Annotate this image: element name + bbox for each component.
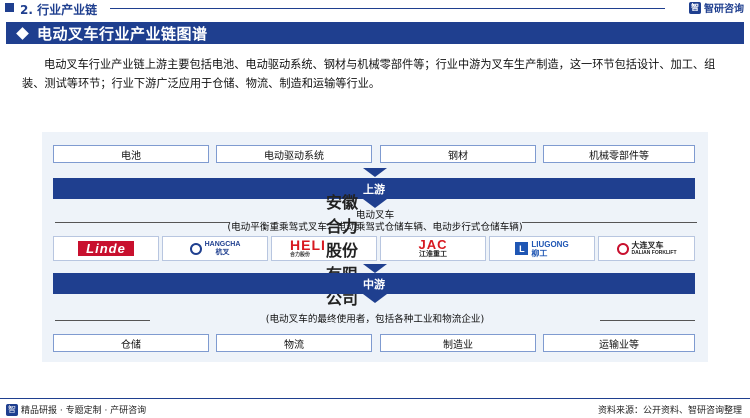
- hangcha-name-cn: 杭叉: [215, 248, 230, 256]
- arrow-down-icon: [363, 294, 387, 303]
- company-logo-hangcha: HANGCHA 杭叉: [162, 236, 268, 261]
- midstream-subtitle: (电动平衡重乘驾式叉车、电动乘驾式仓储车辆、电动步行式仓储车辆): [227, 222, 523, 233]
- section-label: 2. 行业产业链: [20, 3, 98, 17]
- brand-name: 智研咨询: [704, 4, 744, 15]
- jac-sub: 江淮重工: [418, 250, 447, 258]
- arrow-down-icon: [363, 199, 387, 208]
- dalian-name-en: DALIAN FORKLIFT: [631, 250, 677, 256]
- arrow-down-icon: [363, 168, 387, 177]
- liugong-logo-icon: L: [515, 242, 529, 255]
- stage-midstream: 中游: [53, 273, 695, 294]
- brand-mark-icon: 智: [689, 1, 701, 14]
- jac-logo-icon: JAC: [418, 236, 448, 252]
- title-banner: 电动叉车行业产业链图谱: [6, 22, 744, 44]
- stage-upstream: 上游: [53, 178, 695, 199]
- arrow-down-icon: [363, 264, 387, 273]
- heli-logo-icon: HELI: [290, 237, 326, 253]
- company-logo-dalian: 大连叉车 DALIAN FORKLIFT: [598, 236, 695, 261]
- upstream-item-battery: 电池: [53, 145, 209, 163]
- company-logo-linde: Linde: [53, 236, 159, 261]
- company-logo-liugong: L LIUGONG 柳工: [489, 236, 595, 261]
- downstream-item-transport: 运输业等: [543, 334, 695, 352]
- section-header: 2. 行业产业链 智 智研咨询: [0, 0, 750, 18]
- downstream-subtitle: (电动叉车的最终使用者，包括各种工业和物流企业): [265, 314, 485, 325]
- liugong-name-en: LIUGONG: [531, 239, 569, 249]
- footer-left: 智 精品研报 · 专题定制 · 产研咨询: [6, 403, 146, 416]
- section-divider: [110, 8, 665, 9]
- brand-mark-icon: 智: [6, 403, 18, 416]
- hangcha-logo-icon: [189, 242, 202, 255]
- footer-source: 资料来源：公开资料、智研咨询整理: [597, 406, 742, 416]
- downstream-item-manufacturing: 制造业: [380, 334, 536, 352]
- hangcha-name-en: HANGCHA: [204, 240, 241, 248]
- heli-sub: 合力股份: [290, 252, 311, 258]
- footer-divider: [0, 398, 750, 399]
- downstream-item-logistics: 物流: [216, 334, 372, 352]
- downstream-item-warehousing: 仓储: [53, 334, 209, 352]
- company-logo-heli: HELI 合力股份 安徽合力股份 有限公司: [271, 195, 377, 308]
- page-title: 电动叉车行业产业链图谱: [37, 24, 208, 43]
- upstream-item-mechanical-parts: 机械零部件等: [543, 145, 695, 163]
- brand-logo: 智 智研咨询: [689, 0, 744, 15]
- intro-paragraph: 电动叉车行业产业链上游主要包括电池、电动驱动系统、钢材与机械零部件等；行业中游为…: [22, 58, 716, 90]
- company-logo-jac: JAC 江淮重工: [380, 236, 486, 261]
- upstream-item-steel: 钢材: [380, 145, 536, 163]
- dalian-forklift-logo-icon: [616, 242, 629, 255]
- footer-slogan: 精品研报 · 专题定制 · 产研咨询: [21, 406, 147, 416]
- dalian-name-cn: 大连叉车: [631, 241, 664, 250]
- liugong-name-cn: 柳工: [531, 248, 548, 258]
- upstream-item-drive-system: 电动驱动系统: [216, 145, 372, 163]
- midstream-title: 电动叉车: [355, 210, 395, 221]
- footer: 智 精品研报 · 专题定制 · 产研咨询 资料来源：公开资料、智研咨询整理: [0, 398, 750, 418]
- section-square-icon: [5, 3, 14, 12]
- diamond-icon: [16, 26, 29, 40]
- linde-logo-icon: Linde: [78, 241, 134, 256]
